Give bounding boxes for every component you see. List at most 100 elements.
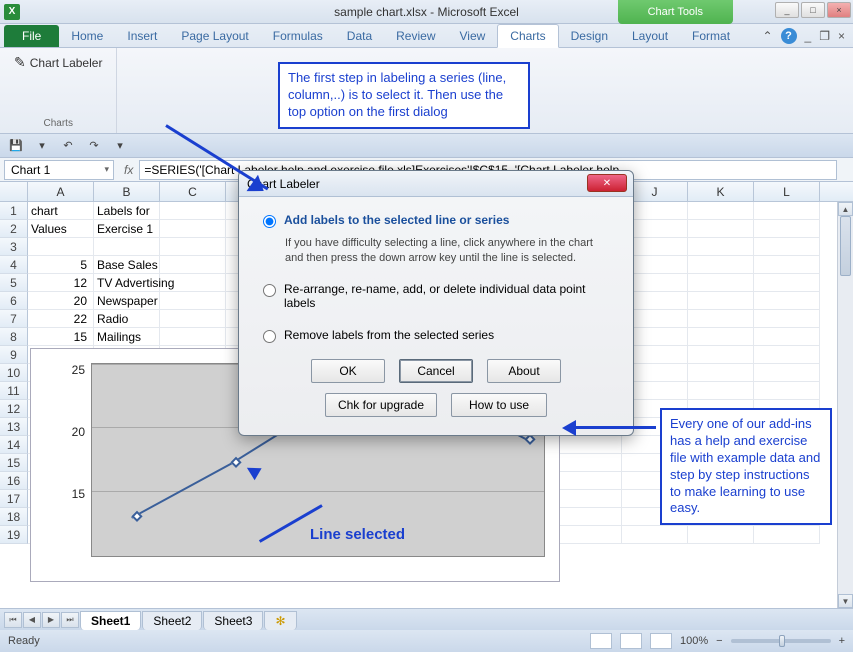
undo-icon[interactable]: ↶ (58, 137, 78, 155)
row-header[interactable]: 15 (0, 454, 28, 472)
name-box[interactable]: Chart 1 (4, 160, 114, 180)
cell[interactable] (28, 238, 94, 256)
row-header[interactable]: 10 (0, 364, 28, 382)
tab-nav-first[interactable]: ⏮ (4, 612, 22, 628)
col-header[interactable]: A (28, 182, 94, 201)
cell[interactable] (556, 436, 622, 454)
maximize-button[interactable]: □ (801, 2, 825, 18)
row-header[interactable]: 9 (0, 346, 28, 364)
row-header[interactable]: 13 (0, 418, 28, 436)
dialog-titlebar[interactable]: Chart Labeler ✕ (239, 171, 633, 197)
row-header[interactable]: 5 (0, 274, 28, 292)
dialog-close-button[interactable]: ✕ (587, 174, 627, 192)
scroll-thumb[interactable] (840, 216, 851, 276)
cell[interactable] (754, 292, 820, 310)
tab-home[interactable]: Home (59, 25, 115, 47)
cell[interactable] (556, 508, 622, 526)
cell[interactable] (754, 256, 820, 274)
cell[interactable] (754, 202, 820, 220)
row-header[interactable]: 11 (0, 382, 28, 400)
cell[interactable]: Labels for (94, 202, 160, 220)
tab-view[interactable]: View (448, 25, 498, 47)
sheet-tab-sheet3[interactable]: Sheet3 (203, 611, 263, 630)
cell[interactable] (94, 238, 160, 256)
qat-dropdown[interactable]: ▾ (32, 137, 52, 155)
zoom-thumb[interactable] (779, 635, 785, 647)
cell[interactable]: 15 (28, 328, 94, 346)
cell[interactable] (556, 472, 622, 490)
row-header[interactable]: 12 (0, 400, 28, 418)
radio-add-labels[interactable] (263, 215, 276, 228)
view-pagebreak-button[interactable] (650, 633, 672, 649)
tab-format[interactable]: Format (680, 25, 742, 47)
tab-design[interactable]: Design (559, 25, 620, 47)
scroll-down-icon[interactable]: ▼ (838, 594, 853, 608)
sheet-tab-sheet2[interactable]: Sheet2 (142, 611, 202, 630)
how-to-use-button[interactable]: How to use (451, 393, 547, 417)
minimize-button[interactable]: _ (775, 2, 799, 18)
cell[interactable]: chart (28, 202, 94, 220)
row-header[interactable]: 8 (0, 328, 28, 346)
cell[interactable] (556, 526, 622, 544)
cell[interactable]: 20 (28, 292, 94, 310)
cell[interactable]: 5 (28, 256, 94, 274)
cell[interactable]: Newspaper (94, 292, 160, 310)
about-button[interactable]: About (487, 359, 561, 383)
cell[interactable] (688, 202, 754, 220)
row-header[interactable]: 4 (0, 256, 28, 274)
cell[interactable] (754, 220, 820, 238)
cell[interactable] (754, 364, 820, 382)
cell[interactable] (160, 220, 226, 238)
vertical-scrollbar[interactable]: ▲ ▼ (837, 202, 853, 608)
cell[interactable] (754, 382, 820, 400)
view-pagelayout-button[interactable] (620, 633, 642, 649)
cell[interactable] (160, 274, 226, 292)
cell[interactable] (688, 346, 754, 364)
doc-close-icon[interactable]: × (838, 29, 845, 43)
cell[interactable] (754, 238, 820, 256)
tab-nav-prev[interactable]: ◀ (23, 612, 41, 628)
cell[interactable] (160, 328, 226, 346)
col-header[interactable]: C (160, 182, 226, 201)
cell[interactable] (688, 274, 754, 292)
view-normal-button[interactable] (590, 633, 612, 649)
cell[interactable] (622, 526, 688, 544)
cell[interactable]: Base Sales (94, 256, 160, 274)
help-icon[interactable]: ? (781, 28, 797, 44)
cell[interactable] (688, 238, 754, 256)
cell[interactable] (160, 292, 226, 310)
cell[interactable] (556, 454, 622, 472)
tab-data[interactable]: Data (335, 25, 384, 47)
tab-formulas[interactable]: Formulas (261, 25, 335, 47)
cell[interactable]: TV Advertising (94, 274, 160, 292)
cell[interactable] (688, 256, 754, 274)
cell[interactable]: Mailings (94, 328, 160, 346)
tab-nav-last[interactable]: ⏭ (61, 612, 79, 628)
cell[interactable] (688, 526, 754, 544)
cell[interactable] (688, 310, 754, 328)
row-header[interactable]: 16 (0, 472, 28, 490)
row-header[interactable]: 2 (0, 220, 28, 238)
select-all-corner[interactable] (0, 182, 28, 201)
redo-icon[interactable]: ↷ (84, 137, 104, 155)
cell[interactable] (754, 310, 820, 328)
cell[interactable] (754, 328, 820, 346)
cell[interactable] (160, 310, 226, 328)
row-header[interactable]: 17 (0, 490, 28, 508)
cell[interactable] (160, 238, 226, 256)
row-header[interactable]: 1 (0, 202, 28, 220)
cell[interactable]: Values (28, 220, 94, 238)
cell[interactable]: Radio (94, 310, 160, 328)
cell[interactable]: Exercise 1 (94, 220, 160, 238)
cell[interactable] (754, 274, 820, 292)
cell[interactable] (688, 382, 754, 400)
new-sheet-button[interactable]: ✻ (264, 611, 296, 630)
chk-upgrade-button[interactable]: Chk for upgrade (325, 393, 437, 417)
sheet-tab-sheet1[interactable]: Sheet1 (80, 611, 141, 630)
cell[interactable] (754, 346, 820, 364)
cell[interactable] (160, 256, 226, 274)
cell[interactable]: 22 (28, 310, 94, 328)
tab-charts[interactable]: Charts (497, 24, 558, 48)
close-button[interactable]: × (827, 2, 851, 18)
cell[interactable]: 12 (28, 274, 94, 292)
